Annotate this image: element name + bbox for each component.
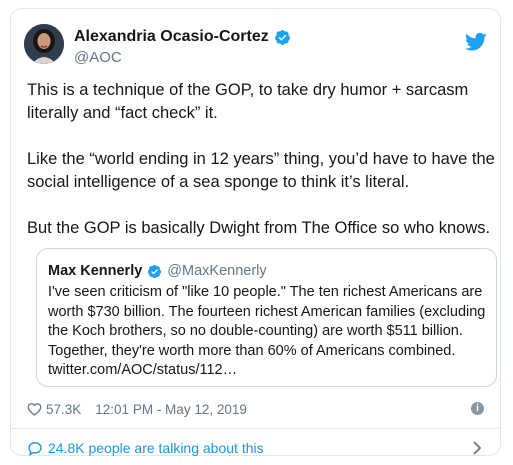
avatar-portrait-icon <box>24 24 64 64</box>
speech-bubble-icon <box>28 441 42 456</box>
divider <box>12 428 499 429</box>
verified-badge-icon <box>274 29 290 45</box>
info-icon[interactable]: i <box>471 402 484 415</box>
verified-badge-icon <box>148 264 162 278</box>
quoted-tweet-header: Max Kennerly @MaxKennerly <box>48 263 267 279</box>
author-handle[interactable]: @AOC <box>74 49 291 67</box>
quoted-author-name: Max Kennerly <box>48 263 143 279</box>
author-info: Alexandria Ocasio-Cortez @AOC <box>74 28 291 67</box>
tweet-paragraph: But the GOP is basically Dwight from The… <box>27 219 491 237</box>
tweet-meta: 57.3K 12:01 PM - May 12, 2019 i <box>27 399 484 419</box>
tweet-card[interactable]: Alexandria Ocasio-Cortez @AOC This is a … <box>10 8 501 456</box>
conversation-link[interactable]: 24.8K people are talking about this <box>27 437 484 459</box>
tweet-paragraph: This is a technique of the GOP, to take … <box>27 81 469 122</box>
tweet-timestamp[interactable]: 12:01 PM - May 12, 2019 <box>95 402 247 417</box>
talking-count: 24.8K people are talking about this <box>48 440 264 456</box>
author-avatar[interactable] <box>24 24 64 64</box>
tweet-paragraph: Like the “world ending in 12 years” thin… <box>27 150 495 191</box>
quoted-tweet-text: I've seen criticism of "like 10 people."… <box>48 284 486 378</box>
heart-icon <box>27 403 42 416</box>
like-count: 57.3K <box>46 401 82 417</box>
tweet-header: Alexandria Ocasio-Cortez @AOC <box>24 22 487 72</box>
like-button[interactable]: 57.3K <box>27 402 81 417</box>
tweet-body: This is a technique of the GOP, to take … <box>27 79 497 263</box>
quoted-author-handle: @MaxKennerly <box>167 263 267 279</box>
twitter-bird-icon[interactable] <box>465 32 487 52</box>
quoted-tweet[interactable]: Max Kennerly @MaxKennerly I've seen crit… <box>36 248 497 387</box>
chevron-right-icon[interactable] <box>472 441 482 455</box>
author-name[interactable]: Alexandria Ocasio-Cortez <box>74 28 269 46</box>
